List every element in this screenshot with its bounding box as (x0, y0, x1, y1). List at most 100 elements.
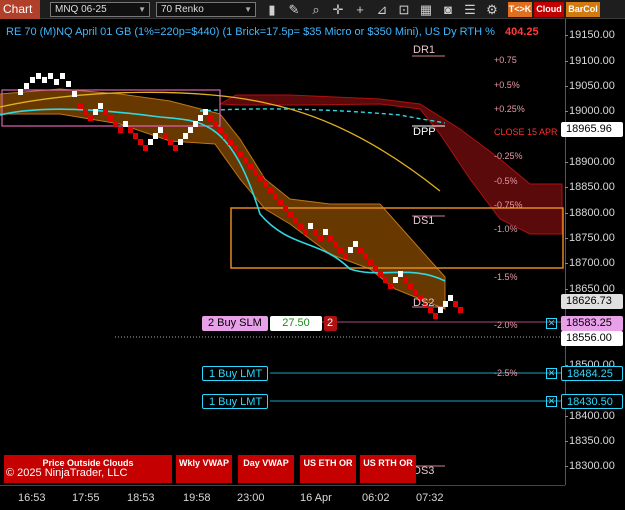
close-order-icon[interactable]: ✕ (546, 368, 557, 379)
renko-brick (448, 295, 453, 301)
renko-brick (223, 133, 228, 139)
close-order-icon[interactable]: ✕ (546, 396, 557, 407)
price-tick: 19150.00 (565, 29, 615, 41)
bar-chart-icon[interactable]: ▮ (264, 1, 280, 18)
renko-brick (183, 133, 188, 139)
renko-brick (458, 307, 463, 313)
renko-brick (333, 241, 338, 247)
camera-icon[interactable]: ◙ (440, 1, 456, 18)
ds3-label: DS3 (413, 465, 435, 477)
brush-icon[interactable]: ✎ (286, 1, 302, 18)
buy-lmt-order-label-2[interactable]: 1 Buy LMT (202, 394, 268, 409)
day-vwap-button[interactable]: Day VWAP (238, 455, 294, 483)
crosshair-icon[interactable]: ✛ (330, 1, 346, 18)
renko-brick (148, 139, 153, 145)
instrument-selector[interactable]: MNQ 06-25 ▼ (50, 2, 150, 17)
renko-brick (178, 139, 183, 145)
drawing-tools-icon[interactable]: ⊿ (374, 1, 390, 18)
renko-brick (42, 77, 47, 83)
period-value: 70 Renko (161, 4, 204, 15)
buy-slm-price[interactable]: 27.50 (270, 316, 322, 331)
chart-canvas (0, 55, 565, 467)
renko-brick (93, 109, 98, 115)
renko-brick (298, 223, 303, 229)
renko-brick (348, 247, 353, 253)
renko-brick (293, 217, 298, 223)
renko-brick (388, 283, 393, 289)
tk-button[interactable]: T<>K (508, 2, 532, 17)
chart-info-tail: 404.25 (505, 26, 539, 38)
renko-brick (83, 109, 88, 115)
renko-brick (393, 277, 398, 283)
renko-brick (88, 115, 93, 121)
renko-brick (378, 271, 383, 277)
price-tick: 19050.00 (565, 80, 615, 92)
pct-label: -2.0% (494, 320, 518, 330)
price-marker-ds2: 18626.73 (561, 294, 623, 309)
renko-brick (443, 301, 448, 307)
buy-slm-order-label[interactable]: 2 Buy SLM (202, 316, 268, 331)
price-tick: 18400.00 (565, 410, 615, 422)
layout-icon[interactable]: ▦ (418, 1, 434, 18)
renko-brick (343, 253, 348, 259)
lock-icon[interactable]: ⊡ (396, 1, 412, 18)
renko-brick (303, 229, 308, 235)
price-marker-buy-lmt-2: 18430.50 (561, 394, 623, 409)
chart-tab[interactable]: Chart (0, 0, 40, 19)
renko-brick (353, 241, 358, 247)
copyright-text: © 2025 NinjaTrader, LLC (6, 467, 128, 479)
time-tick: 17:55 (72, 492, 100, 504)
renko-brick (453, 301, 458, 307)
time-tick: 07:32 (416, 492, 444, 504)
renko-brick (228, 139, 233, 145)
time-tick: 06:02 (362, 492, 390, 504)
period-selector[interactable]: 70 Renko ▼ (156, 2, 256, 17)
time-tick: 18:53 (127, 492, 155, 504)
renko-brick (128, 127, 133, 133)
indicators-icon[interactable]: ⚙ (484, 1, 500, 18)
price-marker-buy-lmt-1: 18484.25 (561, 366, 623, 381)
renko-brick (54, 79, 59, 85)
renko-brick (438, 307, 443, 313)
renko-brick (30, 77, 35, 83)
barcol-button[interactable]: BarCol (566, 2, 600, 17)
pct-label: -1.0% (494, 224, 518, 234)
chevron-down-icon: ▼ (138, 5, 146, 14)
renko-brick (78, 103, 83, 109)
renko-brick (198, 115, 203, 121)
pct-label: -0.5% (494, 176, 518, 186)
price-axis[interactable]: 19150.00 19100.00 19050.00 19000.00 1890… (565, 19, 625, 485)
properties-icon[interactable]: ☰ (462, 1, 478, 18)
time-tick: 19:58 (183, 492, 211, 504)
renko-brick (328, 235, 333, 241)
renko-brick (193, 121, 198, 127)
renko-brick (113, 121, 118, 127)
buy-lmt-order-label-1[interactable]: 1 Buy LMT (202, 366, 268, 381)
renko-brick (363, 253, 368, 259)
time-axis[interactable]: 16:53 17:55 18:53 19:58 23:00 16 Apr 06:… (0, 485, 565, 510)
us-eth-or-button[interactable]: US ETH OR (300, 455, 356, 483)
price-tick: 18350.00 (565, 435, 615, 447)
renko-brick (373, 265, 378, 271)
dpp-dashed-line (199, 108, 446, 124)
price-tick: 18800.00 (565, 207, 615, 219)
zoom-in-icon[interactable]: ⌕ (308, 1, 324, 18)
renko-brick (218, 127, 223, 133)
time-tick: 16 Apr (300, 492, 332, 504)
plus-icon[interactable]: + (352, 1, 368, 18)
renko-brick (408, 283, 413, 289)
renko-brick (403, 277, 408, 283)
renko-brick (173, 145, 178, 151)
us-rth-or-button[interactable]: US RTH OR (360, 455, 416, 483)
wkly-vwap-button[interactable]: Wkly VWAP (176, 455, 232, 483)
buy-slm-quantity[interactable]: 2 (324, 316, 337, 331)
renko-brick (203, 109, 208, 115)
chart-panel[interactable]: DR1 DPP DS1 DS2 DS3 CLOSE 15 APR +0.75 +… (0, 19, 565, 485)
close-label: CLOSE 15 APR (494, 127, 558, 137)
cloud-button[interactable]: Cloud (534, 2, 564, 17)
renko-brick (308, 223, 313, 229)
renko-brick (248, 163, 253, 169)
close-order-icon[interactable]: ✕ (546, 318, 557, 329)
ds2-label: DS2 (413, 297, 435, 309)
renko-brick (383, 277, 388, 283)
